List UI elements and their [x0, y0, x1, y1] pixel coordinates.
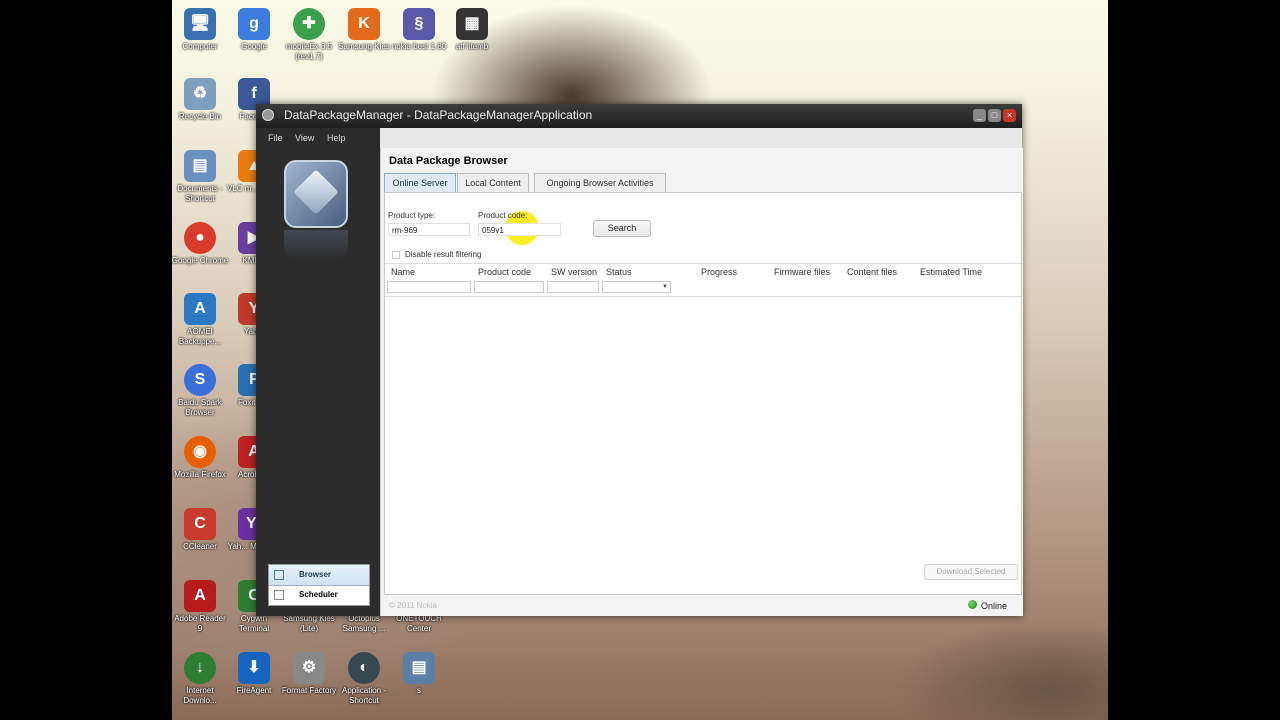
maximize-button[interactable]: □ [988, 109, 1001, 122]
desktop-icon-firefox[interactable]: ◉ Mozilla Firefox [171, 436, 229, 480]
desktop-icon-ccleaner[interactable]: C CCleaner [171, 508, 229, 552]
firefox-icon: ◉ [184, 436, 216, 468]
product-code-label: Product code: [478, 211, 528, 220]
application-icon: ◐ [348, 652, 380, 684]
nav-item-scheduler[interactable]: Scheduler [269, 585, 369, 605]
desktop-icon-nokia-best[interactable]: § nokia best 1.80 [390, 8, 448, 52]
tab-online-server[interactable]: Online Server [384, 173, 456, 193]
tab-ongoing-activities[interactable]: Ongoing Browser Activities [534, 173, 666, 193]
desktop-icon-samsung-kies[interactable]: K Samsung Kies [335, 8, 393, 52]
close-button[interactable]: × [1003, 109, 1016, 122]
status-text: Online [981, 601, 1008, 611]
desktop-icon-adobe-reader[interactable]: A Adobe Reader 9 [171, 580, 229, 634]
app-icon [262, 109, 274, 121]
documents-icon: ▤ [184, 150, 216, 182]
desktop-icon-baidu-spark[interactable]: S Baidu Spark Browser [171, 364, 229, 418]
nokia-best-icon: § [403, 8, 435, 40]
desktop-icon-aomei[interactable]: A AOMEI Backuppe... [171, 293, 229, 347]
tab-local-content[interactable]: Local Content [457, 173, 529, 193]
online-status-icon [968, 600, 977, 609]
title-bar[interactable]: DataPackageManager - DataPackageManagerA… [256, 104, 1022, 128]
desktop-icon-s[interactable]: ▤ s [390, 652, 448, 696]
download-selected-button[interactable]: Download Selected [924, 564, 1018, 580]
product-code-filter-input[interactable] [474, 281, 544, 293]
desktop-icon-fireagent[interactable]: ⬇ FireAgent [225, 652, 283, 696]
product-type-label: Product type: [388, 211, 436, 220]
online-server-panel: Product type: rm-969 Product code: 059v1… [384, 192, 1022, 595]
nav-item-browser[interactable]: Browser [269, 565, 369, 586]
product-code-input[interactable]: 059v1 [478, 223, 561, 236]
menu-help[interactable]: Help [327, 133, 346, 143]
mobileex-icon: ✚ [293, 8, 325, 40]
aomei-icon: A [184, 293, 216, 325]
product-type-input[interactable]: rm-969 [388, 223, 470, 236]
nav-item-label: Browser [299, 570, 332, 579]
disable-filter-checkbox[interactable] [392, 251, 400, 259]
google-icon: g [238, 8, 270, 40]
menu-view[interactable]: View [295, 133, 314, 143]
document-icon: ▤ [403, 652, 435, 684]
col-content-files[interactable]: Content files [847, 267, 897, 277]
desktop-icon-format-factory[interactable]: ⚙ Format Factory [280, 652, 338, 696]
app-window: DataPackageManager - DataPackageManagerA… [256, 104, 1023, 616]
col-progress[interactable]: Progress [701, 267, 737, 277]
col-product-code[interactable]: Product code [478, 267, 531, 277]
scheduler-icon [274, 590, 284, 600]
left-panel: Browser Scheduler [256, 150, 380, 616]
col-sw-version[interactable]: SW version [551, 267, 597, 277]
col-status[interactable]: Status [606, 267, 632, 277]
search-button[interactable]: Search [593, 220, 651, 237]
desktop-icon-chrome[interactable]: ● Google Chrome [171, 222, 229, 266]
col-name[interactable]: Name [391, 267, 415, 277]
col-estimated-time[interactable]: Estimated Time [920, 267, 982, 277]
desktop-icon-mobileex[interactable]: ✚ mobileEx 3.5 (rev1.7) [280, 8, 338, 62]
status-filter-select[interactable]: ▼ [602, 281, 671, 293]
results-table-header: Name Product code SW version Status Prog… [385, 263, 1021, 297]
copyright: © 2011 Nokia [389, 601, 437, 610]
logo-reflection [284, 230, 348, 260]
format-factory-icon: ⚙ [293, 652, 325, 684]
chevron-down-icon: ▼ [662, 284, 668, 290]
nav-item-label: Scheduler [299, 590, 338, 599]
window-title: DataPackageManager - DataPackageManagerA… [284, 108, 593, 122]
computer-icon: 🖥 [184, 8, 216, 40]
film-icon: ▦ [456, 8, 488, 40]
idm-icon: ↓ [184, 652, 216, 684]
ccleaner-icon: C [184, 508, 216, 540]
baidu-spark-icon: S [184, 364, 216, 396]
content-area: Data Package Browser Online Server Local… [380, 148, 1023, 616]
chrome-icon: ● [184, 222, 216, 254]
menu-file[interactable]: File [268, 133, 283, 143]
desktop-icon-documents[interactable]: ▤ Documents - Shortcut [171, 150, 229, 204]
desktop-icon-google[interactable]: g Google [225, 8, 283, 52]
desktop-icon-computer[interactable]: 🖥 Computer [171, 8, 229, 52]
desktop-icon-application[interactable]: ◐ Application - Shortcut [335, 652, 393, 706]
adobe-reader-icon: A [184, 580, 216, 612]
desktop-icon-atf-litemb[interactable]: ▦ atf litemb [443, 8, 501, 52]
kies-icon: K [348, 8, 380, 40]
sw-version-filter-input[interactable] [547, 281, 599, 293]
fireagent-icon: ⬇ [238, 652, 270, 684]
desktop-icon-recycle-bin[interactable]: ♻ Recycle Bin [171, 78, 229, 122]
page-title: Data Package Browser [389, 155, 508, 167]
name-filter-input[interactable] [387, 281, 471, 293]
recycle-bin-icon: ♻ [184, 78, 216, 110]
disable-filter-label: Disable result filtering [405, 250, 482, 259]
browser-icon [274, 570, 284, 580]
minimize-button[interactable]: _ [973, 109, 986, 122]
col-firmware-files[interactable]: Firmware files [774, 267, 830, 277]
app-logo [284, 160, 348, 228]
desktop-icon-idm[interactable]: ↓ Internet Downlo... [171, 652, 229, 706]
nav-box: Browser Scheduler [268, 564, 370, 606]
menu-bar: File View Help [256, 128, 380, 150]
